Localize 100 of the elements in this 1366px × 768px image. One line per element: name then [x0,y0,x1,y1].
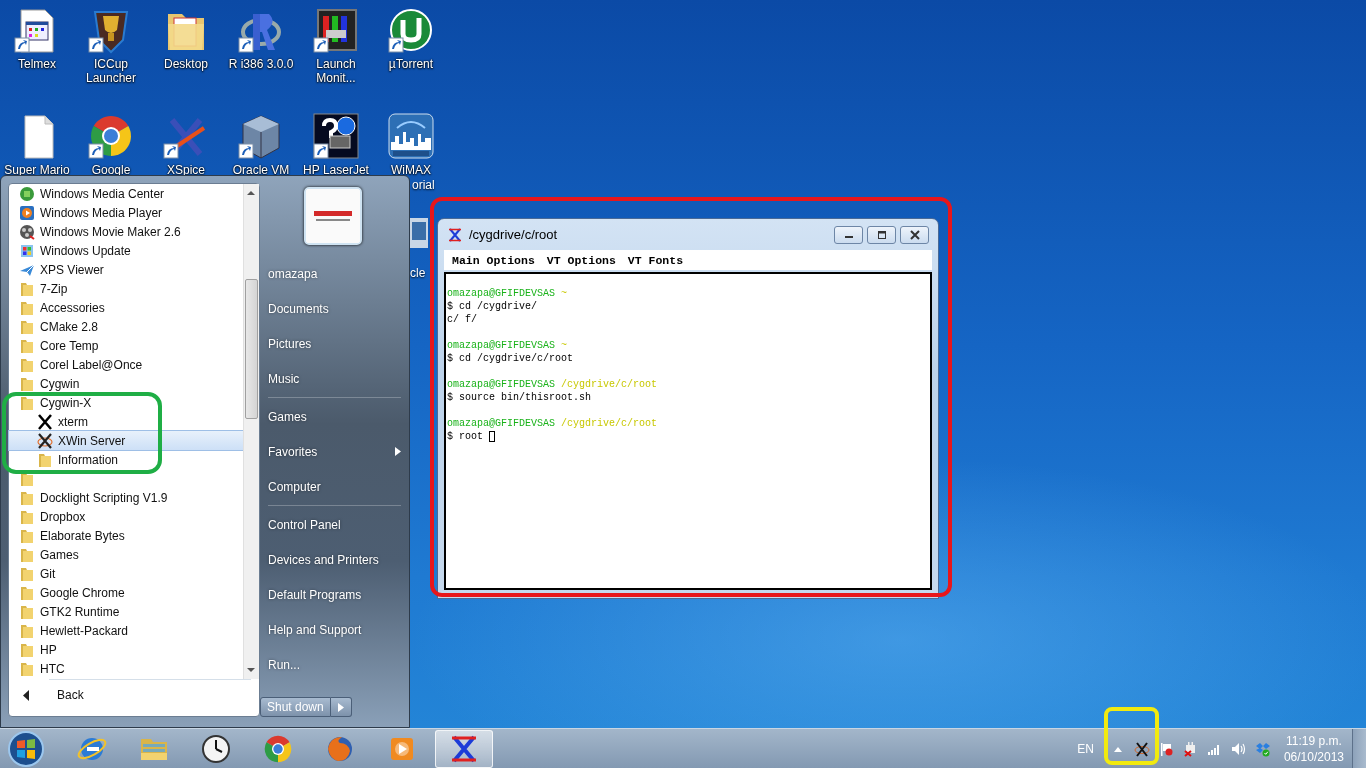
program-item[interactable]: Windows Movie Maker 2.6 [9,222,243,241]
desktop-icon-label[interactable]: orial [412,178,435,192]
program-item[interactable]: Docklight Scripting V1.9 [9,488,243,507]
terminal-line: $ cd /cygdrive/c/root [447,352,574,365]
desktop-icon-label[interactable]: XSpice [167,163,205,177]
start-menu-link[interactable]: Computer [260,469,409,504]
program-item[interactable]: Accessories [9,298,243,317]
folder-icon [19,603,35,620]
scroll-down-icon[interactable] [247,667,255,673]
program-item[interactable]: CMake 2.8 [9,317,243,336]
show-desktop-button[interactable] [1352,729,1366,768]
program-item[interactable]: 7-Zip [9,279,243,298]
program-item[interactable]: Hewlett-Packard [9,621,243,640]
desktop-icon-label[interactable]: Google [91,163,131,177]
desktop-icon-label[interactable]: Desktop [164,57,208,71]
program-item[interactable]: HTC [9,659,243,678]
program-item[interactable]: Corel Label@Once [9,355,243,374]
program-item[interactable]: Google Chrome [9,583,243,602]
circle-logo-icon[interactable] [387,6,435,54]
program-item[interactable]: Git [9,564,243,583]
menu-item[interactable]: VT Fonts [627,253,684,267]
start-menu-link[interactable]: Run... [260,647,409,682]
start-menu-link[interactable]: Help and Support [260,612,409,647]
program-item[interactable]: Games [9,545,243,564]
x-logo-icon [37,432,53,449]
program-item[interactable]: Windows Update [9,241,243,260]
folder-icon [19,489,35,506]
folder-icon [19,337,35,354]
arrow-icon [337,702,344,712]
close-button[interactable] [900,225,929,244]
program-item[interactable]: Windows Media Player [9,203,243,222]
desktop-icon-label[interactable]: Launch Monit... [316,57,356,85]
desktop-icon-label[interactable]: Super Mario [4,163,70,177]
program-item[interactable]: HP [9,640,243,659]
desktop-icon-label[interactable]: R i386 3.0.0 [228,57,294,71]
back-button[interactable]: Back [9,680,84,710]
program-item[interactable]: Elaborate Bytes [9,526,243,545]
clock-icon [200,732,232,765]
program-item[interactable]: xterm [9,412,243,431]
menu-item[interactable]: Main Options [452,253,535,267]
program-item[interactable]: Cygwin-X [9,393,243,412]
desktop-icon-label[interactable]: ICCup Launcher [85,57,136,85]
start-menu-link[interactable]: Favorites [260,434,409,469]
chart-app-icon[interactable] [312,6,360,54]
film-reel-icon [19,223,35,240]
program-item[interactable]: XPS Viewer [9,260,243,279]
desktop-icon-label[interactable]: cle [410,266,426,280]
terminal-line: $ root [447,430,483,443]
folder-icon [19,546,35,563]
terminal-line: omazapa@GFIFDEVSAS ~ [447,339,568,352]
start-menu-link[interactable]: Pictures [260,326,409,361]
scrollbar[interactable] [243,184,259,679]
maximize-button[interactable] [867,225,896,244]
skyline-icon[interactable] [387,112,435,160]
folder-icon [19,318,35,335]
taskbar-button[interactable] [435,729,493,768]
x-logo-icon[interactable] [1133,740,1150,757]
folder-icon [19,375,35,392]
maximize-icon [875,229,888,240]
program-item[interactable]: Information [9,450,243,469]
shortcut-icon[interactable] [410,216,428,250]
program-item[interactable]: Core Temp [9,336,243,355]
desktop-icon-label[interactable]: Oracle VM [232,163,290,177]
folder-icon [19,565,35,582]
program-item[interactable]: GTK2 Runtime [9,602,243,621]
folder-icon [19,356,35,373]
start-button[interactable] [6,728,46,768]
media-orb-icon [19,185,35,202]
minimize-button[interactable] [834,225,863,244]
folder-icon [19,508,35,525]
folder-icon [37,451,53,468]
start-menu-link[interactable]: omazapa [260,256,409,291]
terminal-line: $ cd /cygdrive/ [447,300,537,313]
start-menu-link[interactable]: Control Panel [260,507,409,542]
help-printer-icon[interactable] [312,112,360,160]
start-menu-link[interactable]: Devices and Printers [260,542,409,577]
program-item[interactable]: Cygwin [9,374,243,393]
shut-down-options-button[interactable] [330,697,352,717]
terminal-line: omazapa@GFIFDEVSAS /cygdrive/c/root [447,378,658,391]
start-menu-link[interactable]: Games [260,399,409,434]
desktop-icon-label[interactable]: WiMAX [391,163,431,177]
terminal-line: $ source bin/thisroot.sh [447,391,592,404]
folder-icon [19,641,35,658]
desktop-icon-label[interactable]: Telmex [18,57,56,71]
close-icon [908,229,921,240]
desktop-icon-label[interactable]: HP LaserJet [303,163,369,177]
start-menu-link[interactable]: Default Programs [260,577,409,612]
terminal-line: c/ f/ [447,313,477,326]
folder-icon [19,394,35,411]
start-menu-link[interactable]: Documents [260,291,409,326]
x-logo-icon [37,413,53,430]
program-item[interactable]: XWin Server [9,431,243,450]
menu-item[interactable]: VT Options [546,253,616,267]
scroll-thumb[interactable] [245,279,258,419]
program-item[interactable]: Windows Media Center [9,184,243,203]
terminal-area[interactable]: omazapa@GFIFDEVSAS ~ $ cd /cygdrive/ c/ f/ omazapa@GFIFDEVSAS ~ $ cd /cygdrive/c/root omazapa@GFIFDEVSAS /cygdrive/c/root $ source bin/thisroot.sh omazapa@GFIFDEVSAS /cygdrive/c/root $ root [444,272,932,590]
start-menu-link[interactable]: Music [260,361,409,396]
scroll-up-icon[interactable] [247,190,255,196]
desktop-icon-label[interactable]: µTorrent [388,57,434,71]
program-item[interactable]: Dropbox [9,507,243,526]
